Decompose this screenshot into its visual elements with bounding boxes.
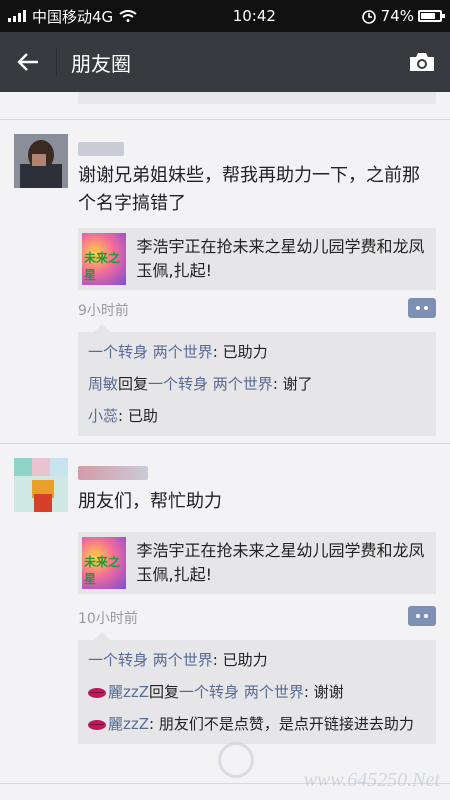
title-divider (56, 48, 57, 76)
more-icon[interactable] (408, 298, 436, 318)
carrier-label: 中国移动4G (32, 7, 114, 26)
signal-icon (8, 10, 26, 22)
post-text: 朋友们，帮忙助力 (78, 491, 222, 512)
comment-item[interactable]: 一个转身 两个世界: 已助力 (88, 336, 426, 368)
user-name-blurred[interactable] (78, 466, 148, 480)
comment-item[interactable]: 小蕊: 已助 (88, 400, 426, 432)
link-title: 李浩宇正在抢未来之星幼儿园学费和龙凤玉佩,扎起! (136, 541, 425, 584)
user-name-blurred[interactable] (78, 142, 124, 156)
thumbnail-text: 未来之星 (84, 555, 121, 586)
watermark: www.645250.Net (303, 769, 440, 791)
status-bar: 中国移动4G 10:42 74% (0, 0, 450, 32)
battery-percent: 74% (380, 7, 414, 25)
moments-feed[interactable]: 谢谢兄弟姐妹些，帮我再助力一下，之前那个名字搞错了 未来之星 李浩宇正在抢未来之… (0, 92, 450, 800)
moment-post: 谢谢兄弟姐妹些，帮我再助力一下，之前那个名字搞错了 未来之星 李浩宇正在抢未来之… (0, 120, 450, 444)
comment-item[interactable]: 一个转身 两个世界: 已助力 (88, 644, 426, 676)
moment-post: 朋友们，帮忙助力 未来之星 李浩宇正在抢未来之星幼儿园学费和龙凤玉佩,扎起! 1… (0, 444, 450, 784)
link-title: 李浩宇正在抢未来之星幼儿园学费和龙凤玉佩,扎起! (136, 237, 425, 280)
post-time: 10小时前 (78, 611, 138, 627)
camera-button[interactable] (394, 32, 450, 92)
clock: 10:42 (232, 7, 276, 25)
shared-link-card[interactable]: 未来之星 李浩宇正在抢未来之星幼儿园学费和龙凤玉佩,扎起! (78, 532, 436, 594)
battery-icon (418, 10, 445, 22)
lips-emoji-icon (88, 719, 106, 730)
link-thumbnail: 未来之星 (82, 537, 127, 589)
back-arrow-icon (17, 53, 38, 71)
post-time: 9小时前 (78, 303, 129, 319)
comment-item[interactable]: 麗zzZ回复一个转身 两个世界: 谢谢 (88, 676, 426, 708)
watermark-logo (218, 742, 254, 778)
alarm-icon (361, 10, 376, 24)
comments-section: 一个转身 两个世界: 已助力 麗zzZ回复一个转身 两个世界: 谢谢 麗zzZ:… (78, 632, 436, 744)
avatar[interactable] (14, 134, 68, 188)
shared-link-card[interactable]: 未来之星 李浩宇正在抢未来之星幼儿园学费和龙凤玉佩,扎起! (78, 228, 436, 290)
more-icon[interactable] (408, 606, 436, 626)
back-button[interactable] (0, 32, 56, 92)
comment-item[interactable]: 麗zzZ: 朋友们不是点赞，是点开链接进去助力 (88, 708, 426, 740)
camera-icon (410, 53, 434, 71)
comments-section: 一个转身 两个世界: 已助力 周敏回复一个转身 两个世界: 谢了 小蕊: 已助 (78, 324, 436, 436)
link-thumbnail: 未来之星 (82, 233, 127, 285)
previous-post-tail (0, 92, 450, 120)
lips-emoji-icon (88, 687, 106, 698)
avatar[interactable] (14, 458, 68, 512)
thumbnail-text: 未来之星 (84, 251, 121, 282)
post-text: 谢谢兄弟姐妹些，帮我再助力一下，之前那个名字搞错了 (78, 165, 420, 214)
title-bar: 朋友圈 (0, 32, 450, 92)
wifi-icon (119, 10, 137, 22)
comment-item[interactable]: 周敏回复一个转身 两个世界: 谢了 (88, 368, 426, 400)
page-title: 朋友圈 (71, 51, 131, 76)
